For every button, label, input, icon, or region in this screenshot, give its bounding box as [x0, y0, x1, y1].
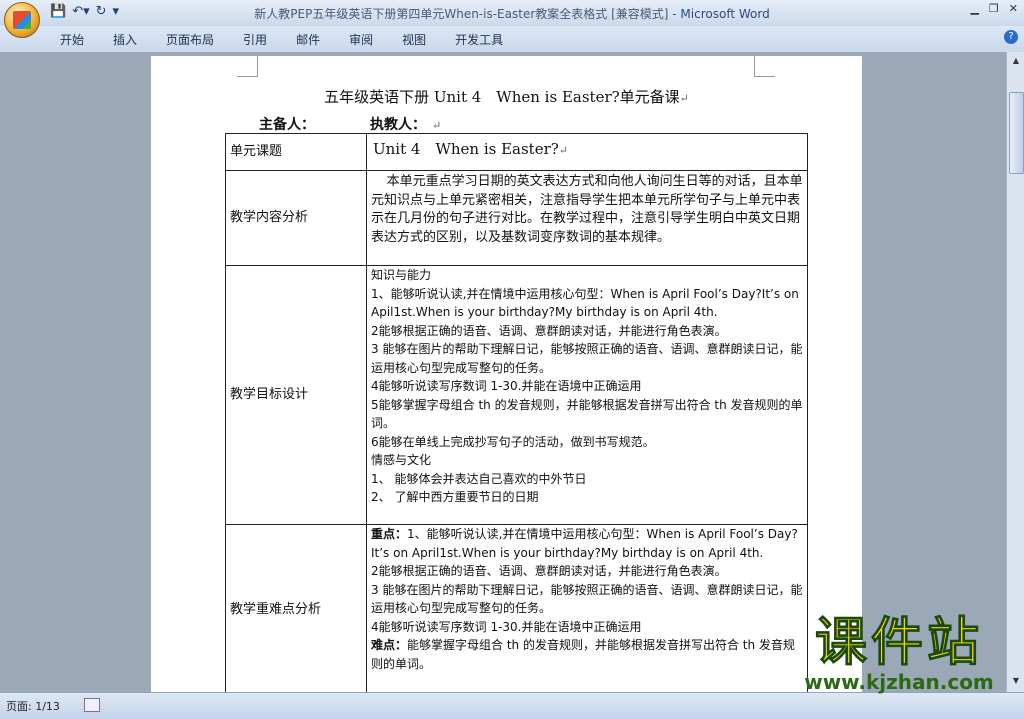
key-points-label: 重点： [371, 527, 408, 541]
ribbon-tabs: 开始 插入 页面布局 引用 邮件 审阅 视图 开发工具 [60, 31, 532, 48]
watermark-url: www.kjzhan.com [804, 670, 994, 694]
window-title: 新人教PEP五年级英语下册第四单元When-is-Easter教案全表格式 [兼… [254, 7, 770, 21]
table-row: 教学内容分析 本单元重点学习日期的英文表达方式和向他人询问生日等的对话，且本单元… [225, 170, 808, 266]
row-label: 单元课题 [225, 133, 367, 171]
lesson-plan-table: 单元课题 Unit 4 When is Easter?↵ 教学内容分析 本单元重… [225, 133, 808, 692]
objectives-cell[interactable]: 知识与能力 1、能够听说认读,并在情境中运用核心句型：When is April… [366, 265, 808, 525]
tab-references[interactable]: 引用 [243, 31, 267, 48]
row-label: 教学内容分析 [225, 170, 367, 266]
crop-mark [237, 56, 258, 77]
content-analysis-cell[interactable]: 本单元重点学习日期的英文表达方式和向他人询问生日等的对话，且本单元知识点与上单元… [366, 170, 808, 266]
watermark-name: 课件站 [814, 613, 983, 673]
help-icon[interactable]: ? [1004, 30, 1018, 44]
tab-home[interactable]: 开始 [60, 31, 84, 48]
scroll-up-icon[interactable]: ▲ [1010, 56, 1022, 68]
status-bar: 页面: 1/13 [0, 692, 1024, 719]
tab-developer[interactable]: 开发工具 [455, 31, 503, 48]
preparer-line: 主备人： 执教人： ↵ [259, 114, 496, 134]
office-button[interactable] [4, 2, 40, 38]
watermark-logo: 课件站 www.kjzhan.com [774, 613, 1024, 694]
title-bar: 💾 ↶▾ ↻ ▾ 新人教PEP五年级英语下册第四单元When-is-Easter… [0, 0, 1024, 26]
tab-page-layout[interactable]: 页面布局 [166, 31, 214, 48]
paragraph-mark-icon: ↵ [679, 92, 689, 105]
document-page[interactable]: 五年级英语下册 Unit 4 When is Easter?单元备课↵ 主备人：… [151, 56, 862, 692]
page-counter[interactable]: 页面: 1/13 [6, 698, 60, 714]
unit-topic-cell[interactable]: Unit 4 When is Easter?↵ [366, 133, 808, 171]
vertical-scrollbar[interactable]: ▲ ▼ [1006, 52, 1024, 692]
minimize-icon[interactable]: ▁ [970, 2, 978, 15]
crop-mark [754, 56, 775, 77]
row-label: 教学目标设计 [225, 265, 367, 525]
paragraph-mark-icon: ↵ [558, 144, 569, 157]
table-row: 教学重难点分析 重点：1、能够听说认读,并在情境中运用核心句型：When is … [225, 524, 808, 692]
proofing-icon[interactable] [84, 698, 100, 712]
table-row: 单元课题 Unit 4 When is Easter?↵ [225, 133, 808, 171]
key-points-cell[interactable]: 重点：1、能够听说认读,并在情境中运用核心句型：When is April Fo… [366, 524, 808, 692]
tab-view[interactable]: 视图 [402, 31, 426, 48]
office-button-icon [13, 11, 31, 29]
restore-icon[interactable]: ❐ [989, 2, 999, 15]
difficult-points-label: 难点： [371, 638, 408, 652]
row-label: 教学重难点分析 [225, 524, 367, 692]
tab-review[interactable]: 审阅 [349, 31, 373, 48]
close-icon[interactable]: ✕ [1009, 2, 1018, 15]
teacher-label: 执教人： [370, 117, 426, 133]
preparer-label: 主备人： [259, 117, 315, 133]
tab-insert[interactable]: 插入 [113, 31, 137, 48]
document-title: 五年级英语下册 Unit 4 When is Easter?单元备课↵ [324, 88, 689, 106]
paragraph-mark-icon: ↵ [432, 119, 442, 132]
window-controls: ▁ ❐ ✕ [970, 2, 1018, 15]
table-row: 教学目标设计 知识与能力 1、能够听说认读,并在情境中运用核心句型：When i… [225, 265, 808, 525]
document-workspace: 五年级英语下册 Unit 4 When is Easter?单元备课↵ 主备人：… [0, 52, 1006, 692]
ribbon: 开始 插入 页面布局 引用 邮件 审阅 视图 开发工具 ? [0, 26, 1024, 53]
scrollbar-thumb[interactable] [1009, 92, 1024, 174]
tab-mailings[interactable]: 邮件 [296, 31, 320, 48]
